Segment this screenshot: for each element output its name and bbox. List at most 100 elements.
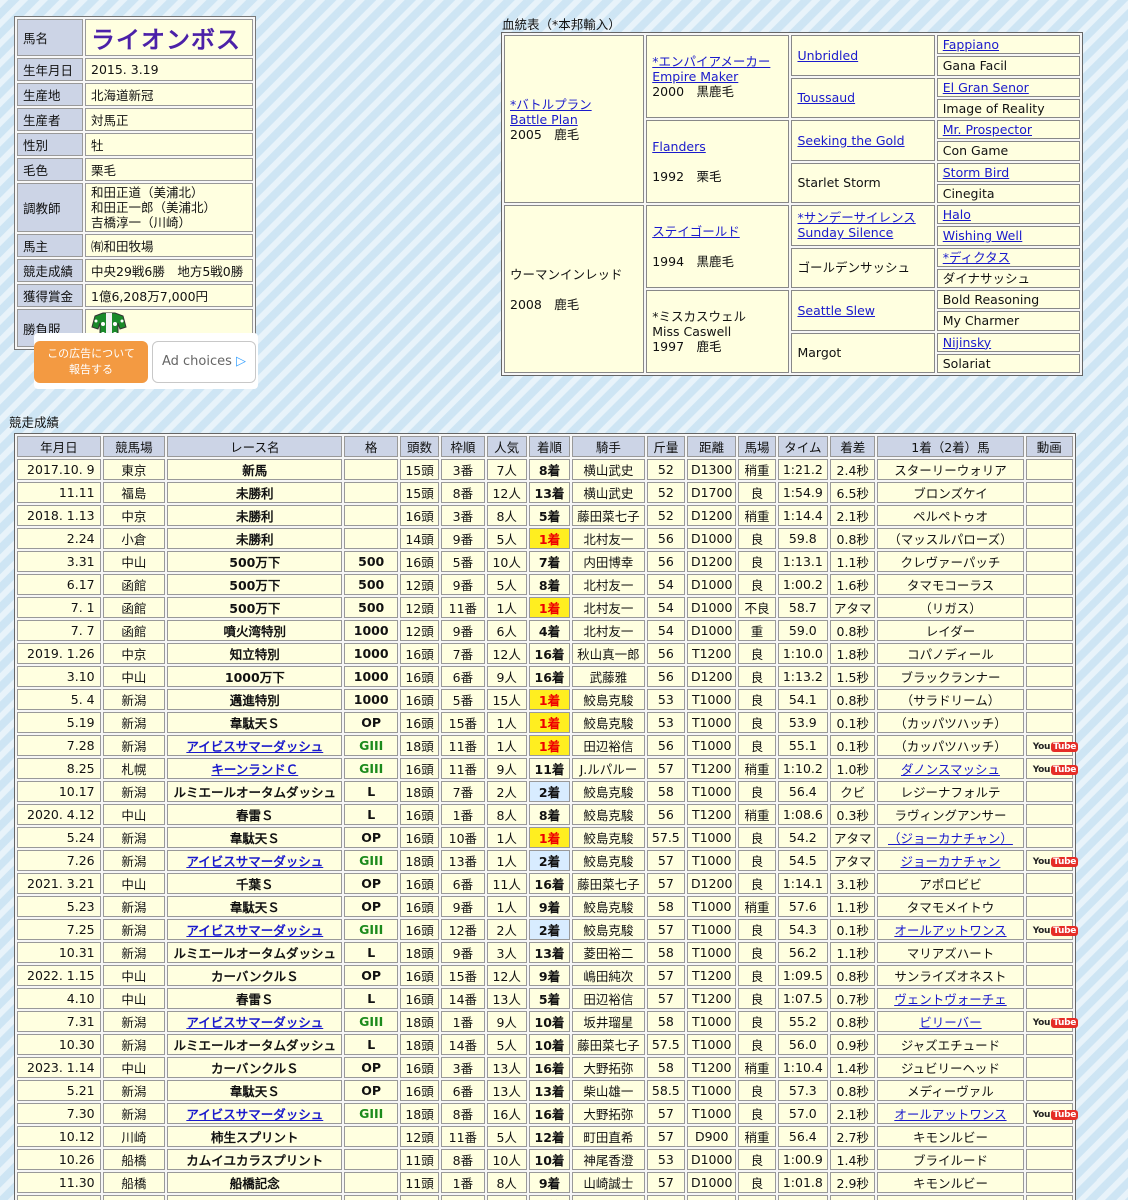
ped-link-dss[interactable]: *サンデーサイレンス Sunday Silence <box>797 210 915 240</box>
ped-link-ssd[interactable]: Toussaud <box>797 90 855 105</box>
race-date: 6.17 <box>17 574 101 595</box>
ped-link-g4-11[interactable]: *ディクタス <box>943 250 1010 265</box>
margin: 0.8秒 <box>830 528 876 549</box>
race-grade: 1000 <box>344 643 398 664</box>
race-link[interactable]: アイビスサマーダッシュ <box>186 1015 323 1030</box>
popularity: 1人 <box>486 827 527 848</box>
winner-horse: ペルペトゥオ <box>877 505 1024 526</box>
post-position: 11番 <box>441 735 485 756</box>
field-size: 12頭 <box>399 597 440 618</box>
finish-position: 16着 <box>528 643 571 664</box>
winner-link[interactable]: （ジョーカナチャン） <box>888 831 1013 846</box>
winner-link[interactable]: ビリーバー <box>919 1015 981 1030</box>
winner-horse: （マッスルパローズ） <box>877 528 1024 549</box>
race-date: 7.25 <box>17 919 101 940</box>
track-condition: 良 <box>738 482 776 503</box>
winner-link[interactable]: ジョーカナチャン <box>901 854 1001 869</box>
track-condition: 稍重 <box>738 804 776 825</box>
ad-report-button[interactable]: この広告について 報告する <box>34 341 148 383</box>
field-size: 18頭 <box>399 1011 440 1032</box>
youtube-icon[interactable]: You Tube <box>1031 763 1079 777</box>
race-date: 2022. 1.15 <box>17 965 101 986</box>
race-time: 57.6 <box>777 896 829 917</box>
racecourse: 新潟 <box>102 689 166 710</box>
race-time: 56.2 <box>777 942 829 963</box>
popularity: 3人 <box>486 942 527 963</box>
race-grade: GIII <box>344 1011 398 1032</box>
finish-position: 16着 <box>528 1103 571 1124</box>
ad-choices-button[interactable]: Ad choices ▷ <box>152 341 256 383</box>
distance: T1000 <box>687 1034 737 1055</box>
finish-position: 9着 <box>528 1195 571 1200</box>
field-size: 18頭 <box>399 735 440 756</box>
results-header-cell: 競馬場 <box>102 436 166 457</box>
race-grade: L <box>344 942 398 963</box>
race-time: 1:31.4 <box>777 1195 829 1200</box>
weight-carried: 56 <box>646 666 685 687</box>
race-link[interactable]: アイビスサマーダッシュ <box>186 739 323 754</box>
youtube-icon[interactable]: You Tube <box>1031 1016 1079 1030</box>
race-name: アイビスサマーダッシュ <box>167 850 343 871</box>
margin: 0.8秒 <box>830 1011 876 1032</box>
race-date: 2019. 1.26 <box>17 643 101 664</box>
winner-horse: クレヴァーパッチ <box>877 551 1024 572</box>
jockey: 北村友一 <box>572 597 645 618</box>
dam-dam-name: *ミスカスウェル <box>652 309 746 324</box>
winner-horse: オメガレインボー <box>877 1195 1024 1200</box>
race-grade: OP <box>344 1080 398 1101</box>
margin: 1.8秒 <box>830 643 876 664</box>
ped-link-g4-9[interactable]: Halo <box>943 207 971 222</box>
ped-link-sss[interactable]: Unbridled <box>797 48 858 63</box>
winner-horse: オールアットワンス <box>877 1103 1024 1124</box>
finish-position: 1着 <box>528 528 571 549</box>
race-name: 未勝利 <box>167 528 343 549</box>
race-name: キーンランドＣ <box>167 758 343 779</box>
sire-link[interactable]: *バトルプラン Battle Plan <box>510 97 592 127</box>
race-time: 54.3 <box>777 919 829 940</box>
ped-link-sds[interactable]: Seeking the Gold <box>797 133 904 148</box>
ped-link-g4-15[interactable]: Nijinsky <box>943 335 991 350</box>
ped-link-g4-1[interactable]: Fappiano <box>943 37 999 52</box>
race-link[interactable]: アイビスサマーダッシュ <box>186 854 323 869</box>
jockey: 山崎誠士 <box>572 1172 645 1193</box>
race-time: 1:10.4 <box>777 1057 829 1078</box>
table-row: 2022. 1.15 中山 カーバンクルＳ OP 16頭 15番 12人 9着 嶋田純次 57 T1… <box>17 965 1073 986</box>
ped-link-g4-10[interactable]: Wishing Well <box>943 228 1023 243</box>
video <box>1025 942 1073 963</box>
ped-link-g4-3[interactable]: El Gran Senor <box>943 80 1029 95</box>
winner-link[interactable]: オールアットワンス <box>894 923 1006 938</box>
youtube-icon[interactable]: You Tube <box>1031 855 1079 869</box>
winner-link[interactable]: ヴェントヴォーチェ <box>894 992 1007 1007</box>
sire-dam-link[interactable]: Flanders <box>652 139 706 154</box>
race-time: 1:14.4 <box>777 505 829 526</box>
youtube-icon[interactable]: You Tube <box>1031 924 1079 938</box>
winner-horse: （カッパツハッチ） <box>877 712 1024 733</box>
race-grade: L <box>344 804 398 825</box>
ped-link-dds[interactable]: Seattle Slew <box>797 303 875 318</box>
results-header-cell: 距離 <box>687 436 737 457</box>
dam-sire-link[interactable]: ステイゴールド <box>652 224 740 239</box>
ped-link-g4-5[interactable]: Mr. Prospector <box>943 122 1032 137</box>
youtube-icon[interactable]: You Tube <box>1031 740 1079 754</box>
popularity: 1人 <box>486 597 527 618</box>
field-size: 16頭 <box>399 873 440 894</box>
jockey: 内田博幸 <box>572 551 645 572</box>
race-link[interactable]: アイビスサマーダッシュ <box>186 1107 323 1122</box>
race-link[interactable]: キーンランドＣ <box>211 762 298 777</box>
ped-cell-sdd: Starlet Storm <box>791 162 935 203</box>
ped-link-g4-7[interactable]: Storm Bird <box>943 165 1009 180</box>
race-link[interactable]: アイビスサマーダッシュ <box>186 923 323 938</box>
winner-link[interactable]: ダノンスマッシュ <box>901 762 1000 777</box>
jockey: 坂井瑠星 <box>572 1011 645 1032</box>
field-size: 15頭 <box>399 459 440 480</box>
racecourse: 新潟 <box>102 1080 166 1101</box>
winner-link[interactable]: オールアットワンス <box>894 1107 1006 1122</box>
distance: T1000 <box>687 942 737 963</box>
youtube-icon[interactable]: You Tube <box>1031 1108 1079 1122</box>
race-grade: 1000 <box>344 689 398 710</box>
margin: 2.1秒 <box>830 505 876 526</box>
results-header-cell: 頭数 <box>399 436 440 457</box>
weight-carried: 56 <box>646 528 685 549</box>
video <box>1025 459 1073 480</box>
sire-sire-link[interactable]: *エンパイアメーカー Empire Maker <box>652 54 770 84</box>
